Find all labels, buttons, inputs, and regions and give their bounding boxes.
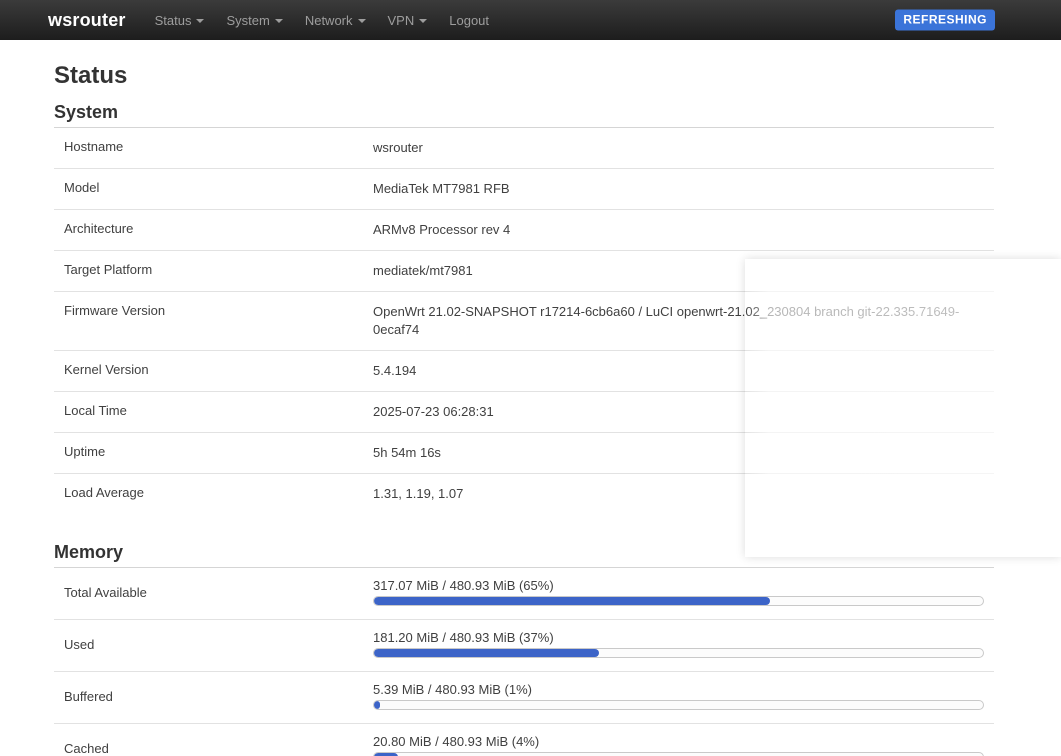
nav-item-status[interactable]: Status <box>144 3 216 38</box>
progressbar-fill <box>374 649 599 657</box>
row-label: Hostname <box>54 139 373 157</box>
chevron-down-icon <box>419 19 427 23</box>
progressbar-text: 20.80 MiB / 480.93 MiB (4%) <box>373 734 984 749</box>
nav-menu: Status System Network VPN Logout <box>144 3 500 38</box>
table-row: Firmware Version OpenWrt 21.02-SNAPSHOT … <box>54 292 994 351</box>
row-value: MediaTek MT7981 RFB <box>373 180 994 198</box>
table-row: Used 181.20 MiB / 480.93 MiB (37%) <box>54 620 994 672</box>
progressbar: 317.07 MiB / 480.93 MiB (65%) <box>373 578 994 606</box>
table-row: Model MediaTek MT7981 RFB <box>54 169 994 210</box>
page-title: Status <box>54 62 994 90</box>
row-label: Cached <box>54 741 373 756</box>
table-row: Buffered 5.39 MiB / 480.93 MiB (1%) <box>54 672 994 724</box>
table-row: Kernel Version 5.4.194 <box>54 351 994 392</box>
nav-item-label: Logout <box>449 13 489 28</box>
row-label: Target Platform <box>54 262 373 280</box>
table-row: Local Time 2025-07-23 06:28:31 <box>54 392 994 433</box>
progressbar: 20.80 MiB / 480.93 MiB (4%) <box>373 734 994 756</box>
table-row: Total Available 317.07 MiB / 480.93 MiB … <box>54 568 994 620</box>
row-label: Local Time <box>54 403 373 421</box>
row-value: wsrouter <box>373 139 994 157</box>
chevron-down-icon <box>196 19 204 23</box>
row-label: Kernel Version <box>54 362 373 380</box>
progressbar: 181.20 MiB / 480.93 MiB (37%) <box>373 630 994 658</box>
row-label: Load Average <box>54 485 373 503</box>
nav-item-vpn[interactable]: VPN <box>377 3 439 38</box>
system-section: System Hostname wsrouter Model MediaTek … <box>54 102 994 514</box>
row-label: Model <box>54 180 373 198</box>
row-label: Architecture <box>54 221 373 239</box>
nav-item-network[interactable]: Network <box>294 3 377 38</box>
brand-logo[interactable]: wsrouter <box>48 10 126 31</box>
table-row: Architecture ARMv8 Processor rev 4 <box>54 210 994 251</box>
row-value: mediatek/mt7981 <box>373 262 994 280</box>
system-table: Hostname wsrouter Model MediaTek MT7981 … <box>54 128 994 514</box>
row-label: Used <box>54 637 373 652</box>
progressbar-text: 317.07 MiB / 480.93 MiB (65%) <box>373 578 984 593</box>
progressbar-fill <box>374 597 770 605</box>
row-value: 1.31, 1.19, 1.07 <box>373 485 994 503</box>
row-value: ARMv8 Processor rev 4 <box>373 221 994 239</box>
row-label: Uptime <box>54 444 373 462</box>
chevron-down-icon <box>275 19 283 23</box>
memory-table: Total Available 317.07 MiB / 480.93 MiB … <box>54 568 994 756</box>
row-value: 2025-07-23 06:28:31 <box>373 403 994 421</box>
progressbar-track <box>373 648 984 658</box>
progressbar: 5.39 MiB / 480.93 MiB (1%) <box>373 682 994 710</box>
progressbar-text: 5.39 MiB / 480.93 MiB (1%) <box>373 682 984 697</box>
refresh-status-badge[interactable]: REFRESHING <box>895 10 995 31</box>
table-row: Cached 20.80 MiB / 480.93 MiB (4%) <box>54 724 994 756</box>
row-value: 5h 54m 16s <box>373 444 994 462</box>
nav-item-label: VPN <box>388 13 415 28</box>
progressbar-track <box>373 596 984 606</box>
table-row: Uptime 5h 54m 16s <box>54 433 994 474</box>
main-content: Status System Hostname wsrouter Model Me… <box>54 62 994 756</box>
navbar: wsrouter Status System Network VPN Logou… <box>0 0 1061 40</box>
row-label: Buffered <box>54 689 373 704</box>
nav-item-label: Network <box>305 13 353 28</box>
table-row: Load Average 1.31, 1.19, 1.07 <box>54 474 994 514</box>
progressbar-fill <box>374 701 380 709</box>
nav-item-logout[interactable]: Logout <box>438 3 500 38</box>
progressbar-text: 181.20 MiB / 480.93 MiB (37%) <box>373 630 984 645</box>
memory-section-title: Memory <box>54 542 994 568</box>
row-value: OpenWrt 21.02-SNAPSHOT r17214-6cb6a60 / … <box>373 303 994 339</box>
row-value: 5.4.194 <box>373 362 994 380</box>
progressbar-track <box>373 752 984 756</box>
row-label: Firmware Version <box>54 303 373 339</box>
nav-item-system[interactable]: System <box>215 3 293 38</box>
table-row: Target Platform mediatek/mt7981 <box>54 251 994 292</box>
progressbar-track <box>373 700 984 710</box>
table-row: Hostname wsrouter <box>54 128 994 169</box>
row-label: Total Available <box>54 585 373 600</box>
nav-item-label: System <box>226 13 269 28</box>
memory-section: Memory Total Available 317.07 MiB / 480.… <box>54 542 994 756</box>
chevron-down-icon <box>358 19 366 23</box>
nav-item-label: Status <box>155 13 192 28</box>
system-section-title: System <box>54 102 994 128</box>
